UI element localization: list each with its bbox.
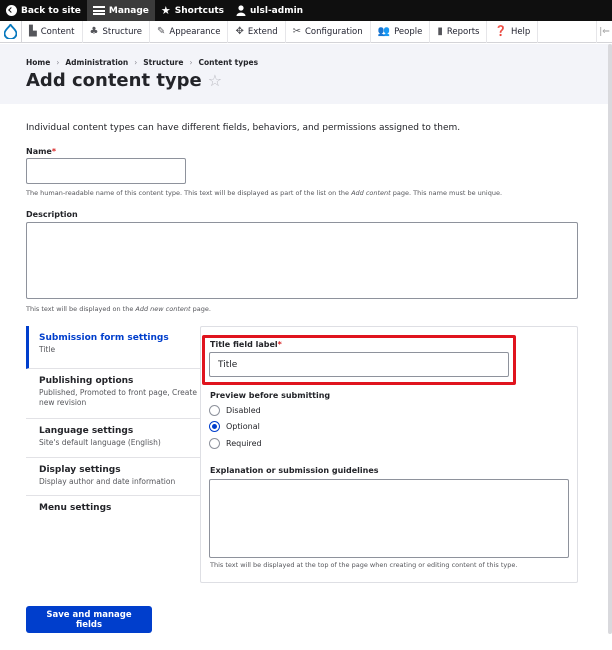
description-help-link: Add new content bbox=[135, 305, 191, 313]
vtab-title: Language settings bbox=[39, 426, 134, 436]
menu-reports-label: Reports bbox=[446, 26, 480, 37]
vtab-title: Menu settings bbox=[39, 503, 112, 513]
breadcrumb-home[interactable]: Home bbox=[26, 58, 50, 67]
vtab-submission-form[interactable]: Submission form settings Title bbox=[26, 326, 200, 369]
radio-button[interactable] bbox=[209, 438, 220, 449]
vtab-display-settings[interactable]: Display settings Display author and date… bbox=[26, 458, 200, 496]
description-help-before: This text will be displayed on the bbox=[26, 305, 136, 313]
breadcrumb-separator: › bbox=[56, 58, 60, 67]
vtab-summary: Display author and date information bbox=[39, 477, 176, 486]
star-icon: ★ bbox=[160, 4, 171, 17]
bar-chart-icon: ▮ bbox=[437, 25, 443, 37]
people-icon: 👥 bbox=[377, 25, 391, 37]
radio-label: Disabled bbox=[226, 406, 261, 415]
vtab-title: Publishing options bbox=[39, 376, 134, 386]
page-title: Add content type ☆ bbox=[26, 70, 222, 91]
radio-label: Optional bbox=[226, 422, 260, 431]
name-help-before: The human-readable name of this content … bbox=[26, 189, 352, 197]
back-arrow-icon bbox=[6, 5, 17, 16]
description-help-after: page. bbox=[190, 305, 211, 313]
name-label: Name* bbox=[26, 147, 56, 156]
orientation-icon: |⇐ bbox=[599, 26, 610, 37]
manage-tab[interactable]: Manage bbox=[86, 0, 155, 21]
description-label: Description bbox=[26, 210, 78, 219]
name-help-link: Add content bbox=[351, 189, 391, 197]
shortcuts-label: Shortcuts bbox=[174, 5, 225, 16]
guidelines-label: Explanation or submission guidelines bbox=[210, 466, 379, 475]
menu-configuration-label: Configuration bbox=[305, 26, 363, 37]
preview-option-required[interactable]: Required bbox=[209, 438, 262, 449]
back-to-site-label: Back to site bbox=[21, 5, 81, 16]
menu-people-label: People bbox=[394, 26, 423, 37]
user-label: ulsl-admin bbox=[250, 5, 304, 16]
name-help-after: page. This name must be unique. bbox=[390, 189, 503, 197]
name-input[interactable] bbox=[26, 158, 186, 184]
wrench-icon: ✂ bbox=[292, 25, 301, 37]
guidelines-textarea[interactable] bbox=[209, 479, 569, 558]
preview-label: Preview before submitting bbox=[210, 391, 331, 400]
menu-extend[interactable]: ✥ Extend bbox=[228, 20, 286, 43]
manage-label: Manage bbox=[108, 5, 149, 16]
preview-option-disabled[interactable]: Disabled bbox=[209, 405, 261, 416]
save-and-manage-fields-button[interactable]: Save and manage fields bbox=[26, 606, 152, 633]
menu-configuration[interactable]: ✂ Configuration bbox=[286, 20, 371, 43]
breadcrumb-separator: › bbox=[134, 58, 138, 67]
menu-content[interactable]: ▙ Content bbox=[22, 20, 83, 43]
drupal-drop-icon bbox=[4, 24, 17, 39]
puzzle-icon: ✥ bbox=[235, 25, 244, 37]
menu-content-label: Content bbox=[40, 26, 75, 37]
shortcut-star-icon[interactable]: ☆ bbox=[208, 71, 222, 90]
breadcrumb-administration[interactable]: Administration bbox=[65, 58, 128, 67]
menu-reports[interactable]: ▮ Reports bbox=[430, 20, 488, 43]
menu-help[interactable]: ❓ Help bbox=[487, 20, 539, 43]
page-title-text: Add content type bbox=[26, 70, 202, 91]
name-label-text: Name bbox=[26, 147, 52, 156]
vtab-title: Display settings bbox=[39, 465, 121, 475]
description-help: This text will be displayed on the Add n… bbox=[26, 305, 211, 313]
admin-toolbar: Back to site Manage ★ Shortcuts ulsl-adm… bbox=[0, 0, 612, 21]
back-to-site-link[interactable]: Back to site bbox=[0, 0, 87, 21]
menu-extend-label: Extend bbox=[247, 26, 278, 37]
menu-appearance[interactable]: ✎ Appearance bbox=[150, 20, 229, 43]
breadcrumb-structure[interactable]: Structure bbox=[143, 58, 183, 67]
sitemap-icon: ♣ bbox=[89, 25, 99, 37]
breadcrumb: Home › Administration › Structure › Cont… bbox=[26, 58, 258, 67]
vtab-menu-settings[interactable]: Menu settings bbox=[26, 496, 200, 521]
hamburger-icon bbox=[92, 6, 105, 15]
menu-people[interactable]: 👥 People bbox=[371, 20, 431, 43]
admin-menu-tray: ▙ Content ♣ Structure ✎ Appearance ✥ Ext… bbox=[0, 20, 612, 43]
vtab-summary: Title bbox=[39, 345, 56, 354]
breadcrumb-separator: › bbox=[189, 58, 193, 67]
menu-structure[interactable]: ♣ Structure bbox=[83, 20, 151, 43]
menu-structure-label: Structure bbox=[102, 26, 143, 37]
drupal-logo[interactable] bbox=[0, 20, 22, 43]
name-help: The human-readable name of this content … bbox=[26, 189, 502, 197]
preview-option-optional[interactable]: Optional bbox=[209, 421, 260, 432]
intro-text: Individual content types can have differ… bbox=[26, 123, 461, 133]
vtab-summary: Published, Promoted to front page, Creat… bbox=[39, 388, 197, 408]
breadcrumb-content-types[interactable]: Content types bbox=[198, 58, 258, 67]
radio-button-checked[interactable] bbox=[209, 421, 220, 432]
radio-label: Required bbox=[226, 439, 262, 448]
brush-icon: ✎ bbox=[157, 25, 166, 37]
page-scrollbar[interactable] bbox=[608, 44, 612, 634]
menu-appearance-label: Appearance bbox=[169, 26, 221, 37]
shortcuts-tab[interactable]: ★ Shortcuts bbox=[155, 0, 230, 21]
description-textarea[interactable] bbox=[26, 222, 578, 299]
guidelines-help: This text will be displayed at the top o… bbox=[210, 561, 518, 569]
vertical-tabs-menu: Submission form settings Title Publishin… bbox=[26, 326, 200, 521]
vtab-language-settings[interactable]: Language settings Site's default languag… bbox=[26, 419, 200, 458]
vtab-publishing-options[interactable]: Publishing options Published, Promoted t… bbox=[26, 369, 200, 419]
menu-help-label: Help bbox=[510, 26, 531, 37]
vtab-title: Submission form settings bbox=[39, 333, 169, 343]
user-tab[interactable]: ulsl-admin bbox=[230, 0, 309, 21]
help-icon: ❓ bbox=[494, 25, 507, 37]
tray-orientation-toggle[interactable]: |⇐ bbox=[596, 20, 612, 43]
highlight-box bbox=[202, 335, 516, 385]
document-icon: ▙ bbox=[29, 25, 37, 37]
required-marker: * bbox=[51, 147, 57, 156]
user-icon bbox=[236, 5, 246, 16]
radio-button[interactable] bbox=[209, 405, 220, 416]
vtab-summary: Site's default language (English) bbox=[39, 438, 161, 447]
